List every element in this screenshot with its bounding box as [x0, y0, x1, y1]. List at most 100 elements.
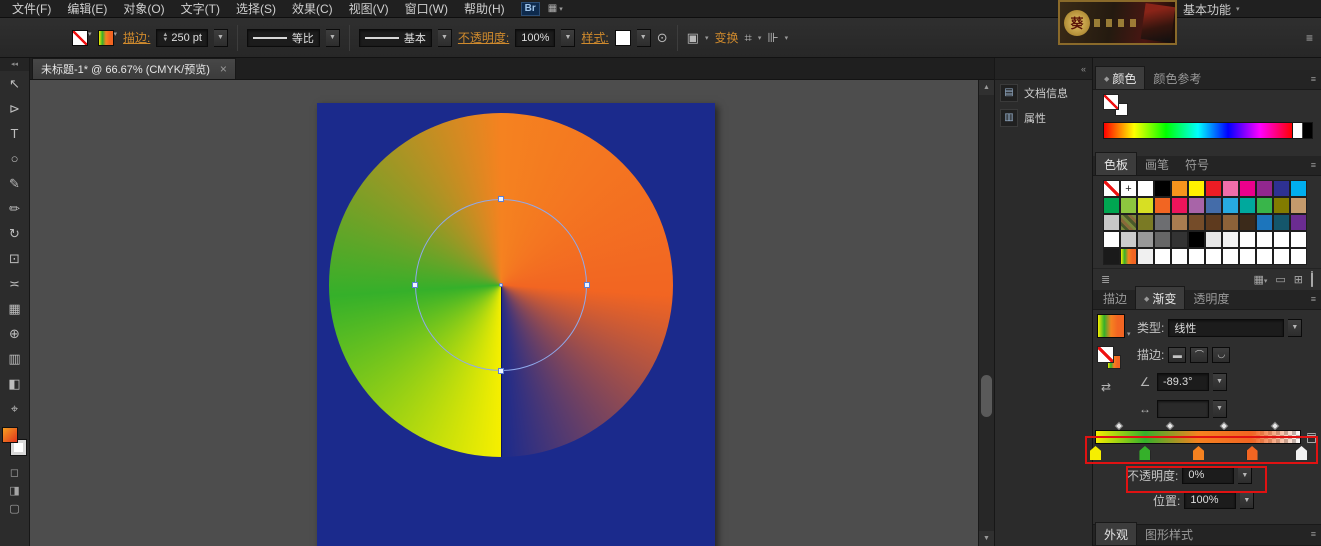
color-fill-stroke-proxy[interactable] [1103, 94, 1135, 120]
swatch[interactable] [1188, 214, 1205, 231]
menu-item[interactable]: 帮助(H) [456, 0, 513, 18]
chevron-down-icon[interactable]: ▾ [785, 34, 789, 42]
swatch[interactable] [1137, 231, 1154, 248]
new-swatch-icon[interactable]: ⊞ [1294, 273, 1303, 286]
swatch[interactable] [1290, 197, 1307, 214]
gradient-midpoint[interactable] [1114, 422, 1122, 430]
brush-definition-select[interactable]: 基本 [359, 29, 432, 47]
chevron-down-icon[interactable]: ▾ [1127, 330, 1131, 338]
swatch[interactable] [1171, 231, 1188, 248]
scroll-up-icon[interactable]: ▲ [979, 80, 994, 95]
tab-swatches[interactable]: 色板 [1095, 152, 1137, 175]
delete-stop-icon[interactable] [1307, 432, 1316, 446]
rotate-tool[interactable]: ↻ [0, 221, 29, 246]
new-color-group-icon[interactable]: ▭ [1275, 273, 1285, 286]
swatch[interactable] [1222, 231, 1239, 248]
swatch[interactable] [1205, 214, 1222, 231]
swatch[interactable] [1154, 197, 1171, 214]
tab-appearance[interactable]: 外观 [1095, 522, 1137, 545]
recolor-artwork-icon[interactable]: ⊙ [657, 30, 668, 46]
opacity-field[interactable]: 100% [515, 29, 555, 47]
panel-menu-icon[interactable]: ≡ [1311, 160, 1316, 170]
delete-swatch-icon[interactable] [1311, 274, 1313, 286]
shape-builder-tool[interactable]: ⊕ [0, 321, 29, 346]
chevron-down-icon[interactable]: ▼ [214, 29, 228, 47]
swatch[interactable] [1103, 231, 1120, 248]
stepper-arrows-icon[interactable]: ▲▼ [162, 33, 168, 43]
scrollbar-thumb[interactable] [981, 375, 992, 417]
annotator-handle-bottom[interactable] [498, 368, 504, 374]
swatch[interactable] [1239, 248, 1256, 265]
chevron-down-icon[interactable]: ▼ [326, 29, 340, 47]
swatch[interactable] [1120, 197, 1137, 214]
direct-selection-tool[interactable]: ⊳ [0, 96, 29, 121]
stroke-none-proxy[interactable] [1097, 346, 1114, 363]
swatch[interactable] [1171, 180, 1188, 197]
menu-item[interactable]: 窗口(W) [397, 0, 456, 18]
swatch-libraries-icon[interactable]: ≣ [1101, 273, 1110, 286]
swatch[interactable] [1103, 180, 1120, 197]
swatch[interactable] [1239, 180, 1256, 197]
swatch[interactable] [1290, 248, 1307, 265]
swatch[interactable] [1222, 248, 1239, 265]
control-bar-menu-icon[interactable]: ≡ [1306, 31, 1313, 45]
workspace-switcher[interactable]: 基本功能 ▾ [1183, 0, 1240, 18]
gradient-stop[interactable] [1193, 446, 1204, 460]
dock-item-document-info[interactable]: ▤ 文档信息 [995, 80, 1092, 105]
swatch[interactable] [1171, 214, 1188, 231]
tab-transparency[interactable]: 透明度 [1185, 287, 1237, 309]
gradient-fill-thumbnail[interactable] [1097, 314, 1125, 338]
chevron-down-icon[interactable]: ▼ [1213, 400, 1227, 418]
tab-graphic-styles[interactable]: 图形样式 [1137, 523, 1201, 545]
selection-tool[interactable]: ↖ [0, 71, 29, 96]
swatch[interactable] [1188, 248, 1205, 265]
spectrum-gradient[interactable] [1104, 123, 1292, 138]
swatch[interactable] [1273, 248, 1290, 265]
style-panel-link[interactable]: 样式: [581, 29, 608, 46]
swatch[interactable] [1273, 214, 1290, 231]
draw-behind-mode-icon[interactable]: ◨ [0, 481, 29, 499]
style-swatch[interactable] [615, 30, 631, 46]
document-tab[interactable]: 未标题-1* @ 66.67% (CMYK/预览) × [32, 58, 236, 79]
stroke-gradient-within-icon[interactable]: ▬ [1168, 347, 1186, 363]
swatch[interactable] [1137, 214, 1154, 231]
swatch[interactable] [1188, 180, 1205, 197]
promo-banner[interactable]: 葵 [1058, 0, 1177, 45]
chevron-down-icon[interactable]: ▾ [758, 34, 762, 42]
stroke-gradient-along-icon[interactable]: ⌒ [1190, 347, 1208, 363]
swatch[interactable] [1256, 214, 1273, 231]
ellipse-tool[interactable]: ○ [0, 146, 29, 171]
menu-item[interactable]: 文字(T) [173, 0, 228, 18]
screen-mode-icon[interactable]: ▢ [0, 499, 29, 517]
annotator-center-point[interactable] [499, 283, 503, 287]
scroll-down-icon[interactable]: ▼ [979, 531, 994, 546]
swatch[interactable] [1205, 197, 1222, 214]
tab-gradient[interactable]: ◆ 渐变 [1135, 286, 1185, 309]
aspect-ratio-field[interactable] [1157, 400, 1209, 418]
swatch[interactable] [1273, 231, 1290, 248]
gradient-slider[interactable] [1095, 422, 1317, 462]
chevron-down-icon[interactable]: ▼ [637, 29, 651, 47]
chevron-down-icon[interactable]: ▾ [114, 30, 118, 38]
tab-stroke[interactable]: 描边 [1095, 287, 1135, 309]
swatch[interactable] [1256, 248, 1273, 265]
chevron-down-icon[interactable]: ▾ [705, 34, 709, 42]
color-spectrum-bar[interactable] [1103, 122, 1313, 139]
swatch[interactable] [1256, 180, 1273, 197]
gradient-stop[interactable] [1247, 446, 1258, 460]
fill-color-swatch[interactable] [72, 30, 88, 46]
collapse-panels-icon[interactable]: « [1081, 64, 1086, 74]
annotator-handle-right[interactable] [584, 282, 590, 288]
swatch[interactable] [1239, 214, 1256, 231]
menu-item[interactable]: 视图(V) [341, 0, 397, 18]
swatch[interactable] [1290, 180, 1307, 197]
swatch[interactable] [1256, 231, 1273, 248]
gradient-midpoint[interactable] [1271, 422, 1279, 430]
swatch[interactable] [1154, 248, 1171, 265]
transform-link[interactable]: 变换 [714, 29, 738, 46]
fill-color-proxy[interactable] [2, 427, 18, 443]
panel-menu-icon[interactable]: ≡ [1311, 294, 1316, 304]
width-profile-select[interactable]: 等比 [247, 29, 320, 47]
menu-item[interactable]: 选择(S) [228, 0, 284, 18]
dock-item-attributes[interactable]: ▥ 属性 [995, 105, 1092, 130]
